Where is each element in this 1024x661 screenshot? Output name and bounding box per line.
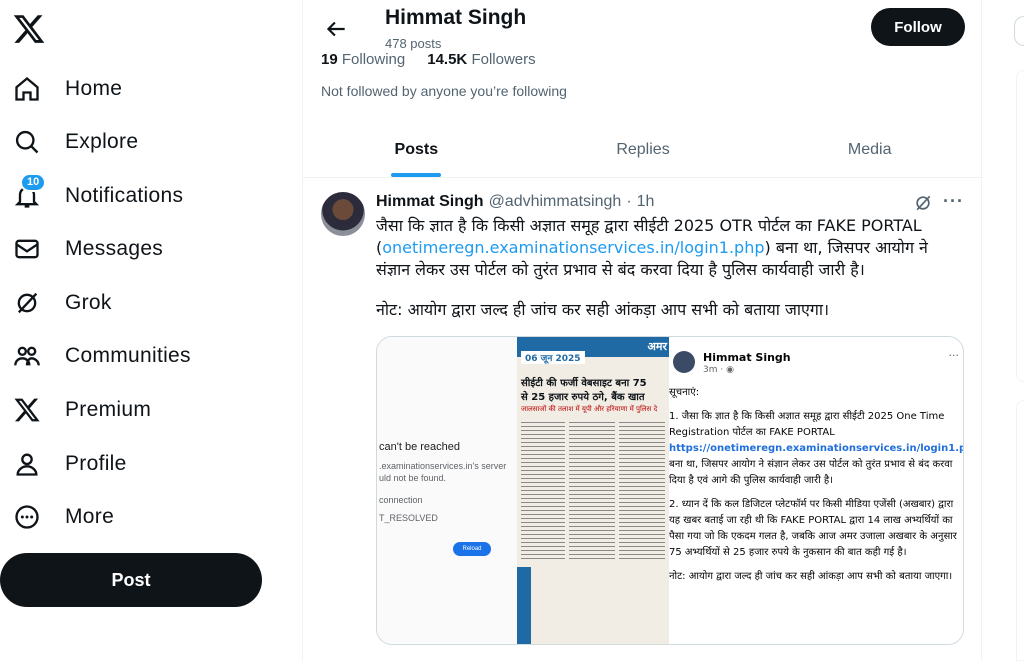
sidebar-item-more[interactable]: More	[10, 494, 130, 540]
tweet-link[interactable]: onetimeregn.examinationservices.in/login…	[382, 238, 764, 257]
post-button[interactable]: Post	[0, 553, 262, 607]
x-logo[interactable]	[12, 12, 46, 46]
followers-count: 14.5K	[427, 51, 468, 68]
sidebar-item-premium[interactable]: Premium	[10, 387, 167, 433]
sidebar-item-label: Profile	[65, 452, 127, 475]
fb-paragraph: 1. जैसा कि ज्ञात है कि किसी अज्ञात समूह …	[669, 409, 963, 489]
sidebar-item-label: Messages	[65, 237, 164, 260]
following-count: 19	[321, 51, 338, 68]
fb-text: 1. जैसा कि ज्ञात है कि किसी अज्ञात समूह …	[669, 411, 945, 438]
tweet-author-name[interactable]: Himmat Singh	[376, 193, 484, 211]
notification-badge: 10	[20, 173, 47, 192]
media-facebook-post-screenshot: Himmat Singh 3m · ◉ ··· सूचनाएं: 1. जैसा…	[669, 337, 963, 644]
newspaper-masthead: अमर	[647, 340, 667, 353]
tweet-author-handle[interactable]: @advhimmatsingh	[489, 193, 622, 211]
fb-body: सूचनाएं: 1. जैसा कि ज्ञात है कि किसी अज्…	[669, 385, 963, 593]
media-newspaper-clipping: अमर 06 जून 2025 सीईटी की फर्जी वेबसाइट ब…	[517, 337, 669, 644]
tweet-time[interactable]: 1h	[637, 193, 655, 211]
followers-label: Followers	[471, 51, 536, 68]
fb-more-icon: ···	[948, 349, 960, 362]
fb-paragraph: नोट: आयोग द्वारा जल्द ही जांच कर सही आंक…	[669, 571, 953, 582]
sidebar-item-profile[interactable]: Profile	[10, 441, 143, 487]
grok-icon[interactable]	[913, 193, 933, 213]
error-line: uld not be found.	[379, 473, 447, 483]
newspaper-subhead: जालसाजों की तलाश में यूपी और हरियाणा में…	[521, 405, 658, 413]
error-line: T_RESOLVED	[379, 513, 438, 523]
sidebar-item-messages[interactable]: Messages	[10, 226, 179, 272]
tweet-text: जैसा कि ज्ञात है कि किसी अज्ञात समूह द्व…	[376, 215, 966, 281]
reload-button-image: Reload	[453, 542, 491, 556]
error-title: can't be reached	[379, 441, 460, 453]
tweet-header: Himmat Singh @advhimmatsingh · 1h	[376, 193, 654, 211]
newspaper-column	[521, 419, 565, 559]
avatar	[673, 351, 695, 373]
sidebar-item-label: Notifications	[65, 184, 184, 207]
fb-link: https://onetimeregn.examinationservices.…	[669, 443, 964, 454]
back-arrow-icon[interactable]	[323, 16, 349, 42]
search-icon	[10, 125, 44, 159]
sidebar-item-grok[interactable]: Grok	[10, 280, 128, 326]
person-icon	[10, 447, 44, 481]
following-label: Following	[341, 51, 406, 68]
newspaper-headline: सीईटी की फर्जी वेबसाइट बना 75	[521, 378, 647, 389]
post-count: 478 posts	[385, 36, 442, 51]
profile-name: Himmat Singh	[385, 6, 527, 29]
tab-media[interactable]: Media	[756, 122, 983, 177]
sidebar-item-label: More	[65, 505, 115, 528]
newspaper-headline: से 25 हजार रुपये ठगे, बैंक खात	[521, 392, 645, 403]
sidebar-item-label: Explore	[65, 130, 139, 153]
not-followed-text: Not followed by anyone you’re following	[321, 83, 567, 99]
media-browser-error-screenshot: can't be reached .examinationservices.in…	[377, 337, 517, 644]
sidebar-item-home[interactable]: Home	[10, 66, 138, 112]
newspaper-column	[569, 419, 615, 559]
tab-replies[interactable]: Replies	[530, 122, 757, 177]
fb-paragraph: 2. ध्यान दें कि कल डिजिटल प्लेटफॉर्म पर …	[669, 499, 957, 558]
sidebar-item-label: Communities	[65, 344, 191, 367]
sidebar-item-notifications[interactable]: 10 Notifications	[10, 173, 199, 219]
envelope-icon	[10, 232, 44, 266]
follow-button[interactable]: Follow	[871, 8, 965, 46]
fb-author-name: Himmat Singh	[703, 351, 791, 364]
profile-tabs: Posts Replies Media	[303, 122, 983, 178]
tweet-more-icon[interactable]: ···	[943, 191, 964, 212]
grok-icon	[10, 286, 44, 320]
tweet-separator: ·	[626, 193, 632, 210]
error-line: .examinationservices.in's server	[379, 461, 507, 471]
followers-link[interactable]: 14.5K Followers	[427, 51, 535, 68]
sidebar-item-label: Grok	[65, 291, 112, 314]
follow-stats: 19 Following 14.5K Followers	[321, 51, 536, 68]
x-premium-icon	[10, 393, 44, 427]
sidebar-item-explore[interactable]: Explore	[10, 119, 154, 165]
fb-meta: 3m · ◉	[703, 365, 734, 375]
sidebar-item-label: Home	[65, 77, 123, 100]
search-box-edge[interactable]	[1014, 16, 1024, 46]
bell-icon: 10	[10, 173, 47, 213]
right-panel-card-edge	[1016, 70, 1024, 382]
newspaper-date: 06 जून 2025	[521, 351, 585, 364]
home-icon	[10, 72, 44, 106]
following-link[interactable]: 19 Following	[321, 51, 405, 68]
profile-column: Himmat Singh 478 posts Follow 19 Followi…	[302, 0, 983, 661]
tab-posts[interactable]: Posts	[303, 122, 530, 177]
newspaper-column	[619, 419, 665, 559]
avatar[interactable]	[321, 192, 365, 236]
error-line: connection	[379, 495, 423, 505]
sidebar-item-communities[interactable]: Communities	[10, 333, 207, 379]
people-icon	[10, 339, 44, 373]
right-panel-card-edge	[1016, 400, 1024, 661]
tweet-note: नोट: आयोग द्वारा जल्द ही जांच कर सही आंक…	[376, 300, 830, 319]
newspaper-side-band	[517, 567, 531, 644]
sidebar: Home Explore 10 Notifications Messages G…	[0, 0, 300, 661]
sidebar-item-label: Premium	[65, 398, 152, 421]
more-circle-icon	[10, 500, 44, 534]
fb-heading: सूचनाएं:	[669, 387, 700, 398]
tweet-media[interactable]: can't be reached .examinationservices.in…	[376, 336, 964, 645]
